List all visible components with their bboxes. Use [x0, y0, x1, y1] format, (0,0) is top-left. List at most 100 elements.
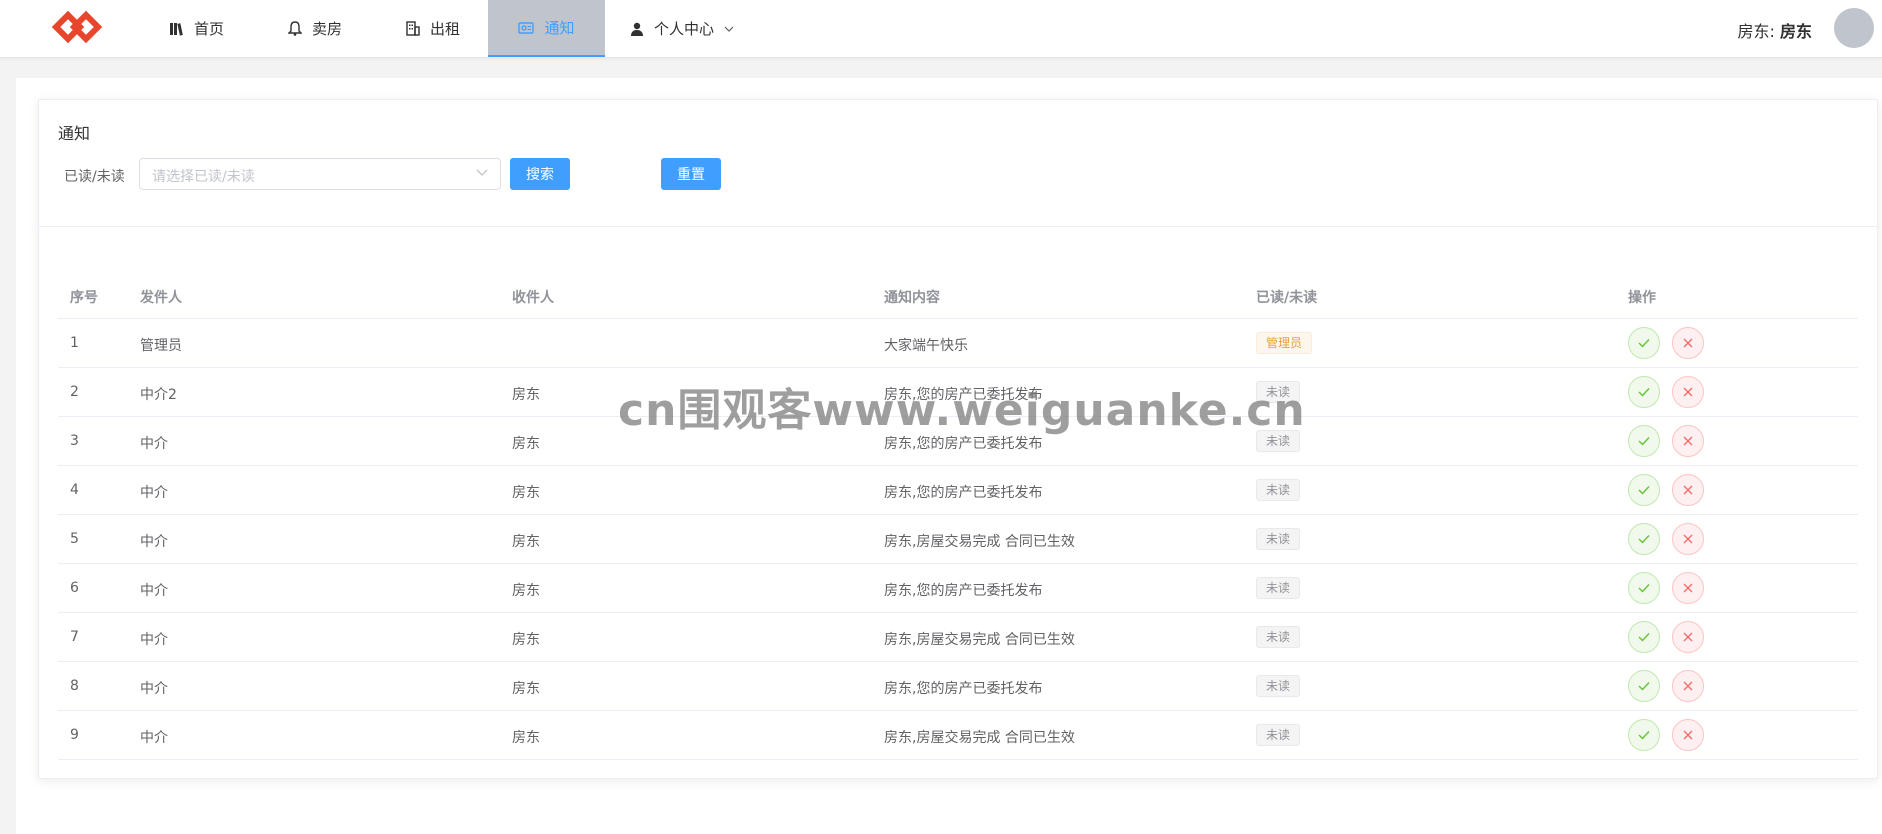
cell-content: 大家端午快乐: [884, 338, 968, 354]
cell-no: 2: [70, 384, 79, 400]
cell-sender: 中介: [140, 583, 168, 599]
cell-recipient: 房东: [512, 387, 540, 403]
notice-card: 通知 已读/未读 请选择已读/未读 搜索 重置 序号 发件人 收件人 通知内容 …: [38, 99, 1879, 779]
cell-content: 房东,房屋交易完成 合同已生效: [884, 632, 1075, 648]
status-badge: 管理员: [1256, 332, 1313, 354]
close-icon: [1683, 338, 1693, 348]
cell-no: 7: [70, 629, 79, 645]
cell-no: 9: [70, 727, 79, 743]
nav-label: 个人中心: [654, 20, 715, 38]
col-header: 发件人: [140, 290, 182, 306]
delete-button[interactable]: [1672, 327, 1704, 359]
delete-button[interactable]: [1672, 719, 1704, 751]
nav-label: 通知: [544, 19, 575, 37]
check-icon: [1638, 339, 1650, 348]
table-row: 5 中介 房东 房东,房屋交易完成 合同已生效 未读: [58, 515, 1858, 564]
status-badge: 未读: [1256, 675, 1301, 697]
delete-button[interactable]: [1672, 572, 1704, 604]
cell-no: 5: [70, 531, 79, 547]
check-icon: [1638, 388, 1650, 397]
cell-sender: 中介2: [140, 387, 177, 403]
close-icon: [1683, 387, 1693, 397]
nav-label: 卖房: [312, 20, 343, 38]
cell-sender: 中介: [140, 534, 168, 550]
cell-content: 房东,您的房产已委托发布: [884, 681, 1043, 697]
read-status-select[interactable]: 请选择已读/未读: [139, 158, 501, 190]
nav-notice[interactable]: 通知: [488, 0, 605, 57]
delete-button[interactable]: [1672, 376, 1704, 408]
col-header: 操作: [1628, 290, 1656, 306]
table-row: 1 管理员 大家端午快乐 管理员: [58, 319, 1858, 368]
nav-sell[interactable]: 卖房: [288, 0, 342, 57]
watermark: cn围观客www.weiguanke.cn: [618, 385, 1306, 436]
cell-content: 房东,房屋交易完成 合同已生效: [884, 730, 1075, 746]
mark-read-button[interactable]: [1628, 572, 1660, 604]
cell-no: 8: [70, 678, 79, 694]
notice-table: 序号 发件人 收件人 通知内容 已读/未读 操作 1 管理员 大家端午快乐 管理…: [58, 277, 1858, 760]
cell-no: 4: [70, 482, 79, 498]
cell-recipient: 房东: [512, 730, 540, 746]
filter-label: 已读/未读: [64, 169, 125, 185]
delete-button[interactable]: [1672, 474, 1704, 506]
table-row: 4 中介 房东 房东,您的房产已委托发布 未读: [58, 466, 1858, 515]
delete-button[interactable]: [1672, 425, 1704, 457]
notice-icon: [518, 21, 535, 34]
cell-recipient: 房东: [512, 436, 540, 452]
mark-read-button[interactable]: [1628, 376, 1660, 408]
avatar[interactable]: [1834, 8, 1874, 48]
nav-home[interactable]: 首页: [170, 0, 224, 57]
cell-content: 房东,房屋交易完成 合同已生效: [884, 534, 1075, 550]
table-row: 6 中介 房东 房东,您的房产已委托发布 未读: [58, 564, 1858, 613]
status-badge: 未读: [1256, 479, 1301, 501]
cell-no: 3: [70, 433, 79, 449]
cell-content: 房东,您的房产已委托发布: [884, 485, 1043, 501]
cell-sender: 中介: [140, 485, 168, 501]
close-icon: [1683, 583, 1693, 593]
mark-read-button[interactable]: [1628, 474, 1660, 506]
logo-icon[interactable]: [50, 6, 104, 48]
user-prefix: 房东:: [1737, 22, 1775, 41]
mark-read-button[interactable]: [1628, 670, 1660, 702]
status-badge: 未读: [1256, 577, 1301, 599]
nav-rent[interactable]: 出租: [406, 0, 460, 57]
select-placeholder: 请选择已读/未读: [152, 169, 255, 185]
cell-sender: 中介: [140, 681, 168, 697]
cell-no: 1: [70, 335, 79, 351]
user-info: 房东: 房东: [1737, 18, 1812, 42]
nav-label: 出租: [430, 20, 461, 38]
delete-button[interactable]: [1672, 621, 1704, 653]
col-header: 收件人: [512, 290, 554, 306]
building-icon: [406, 21, 420, 36]
mark-read-button[interactable]: [1628, 523, 1660, 555]
delete-button[interactable]: [1672, 523, 1704, 555]
close-icon: [1683, 681, 1693, 691]
reset-button[interactable]: 重置: [661, 158, 721, 190]
status-badge: 未读: [1256, 724, 1301, 746]
mark-read-button[interactable]: [1628, 621, 1660, 653]
close-icon: [1683, 534, 1693, 544]
nav-label: 首页: [194, 20, 225, 38]
user-name: 房东: [1779, 22, 1812, 41]
nav-profile[interactable]: 个人中心: [630, 0, 734, 57]
cell-recipient: 房东: [512, 681, 540, 697]
status-badge: 未读: [1256, 528, 1301, 550]
cell-sender: 管理员: [140, 338, 182, 354]
check-icon: [1638, 682, 1650, 691]
table-row: 7 中介 房东 房东,房屋交易完成 合同已生效 未读: [58, 613, 1858, 662]
mark-read-button[interactable]: [1628, 425, 1660, 457]
mark-read-button[interactable]: [1628, 327, 1660, 359]
delete-button[interactable]: [1672, 670, 1704, 702]
books-icon: [170, 22, 183, 36]
col-header: 已读/未读: [1256, 290, 1318, 306]
close-icon: [1683, 632, 1693, 642]
check-icon: [1638, 584, 1650, 593]
close-icon: [1683, 730, 1693, 740]
table-row: 8 中介 房东 房东,您的房产已委托发布 未读: [58, 662, 1858, 711]
search-button[interactable]: 搜索: [510, 158, 570, 190]
status-badge: 未读: [1256, 626, 1301, 648]
cell-recipient: 房东: [512, 534, 540, 550]
cell-recipient: 房东: [512, 583, 540, 599]
mark-read-button[interactable]: [1628, 719, 1660, 751]
cell-content: 房东,您的房产已委托发布: [884, 583, 1043, 599]
bell-icon: [288, 21, 302, 36]
